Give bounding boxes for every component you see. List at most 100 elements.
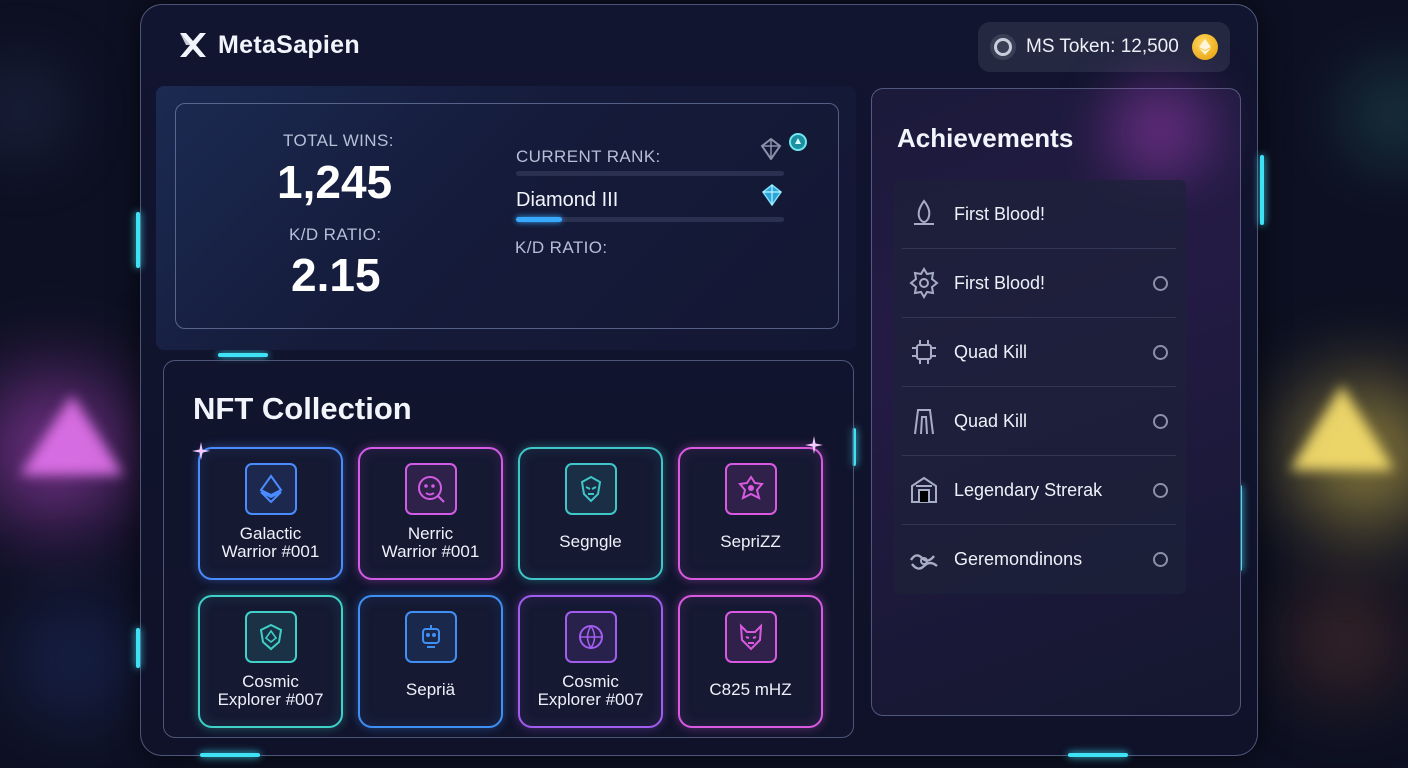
nft-card[interactable]: Sepriä (358, 595, 503, 728)
rank-progress-fill (516, 217, 562, 222)
accent-line (200, 753, 260, 757)
bg-triangle-right (1290, 385, 1394, 470)
accent-line (218, 353, 268, 357)
nft-card[interactable]: Galactic Warrior #001 (198, 447, 343, 580)
achievement-label: Legendary Strerak (954, 479, 1103, 500)
nft-card[interactable]: Segngle (518, 447, 663, 580)
hands-icon (906, 542, 942, 578)
achievement-item[interactable]: Quad Kill (902, 387, 1176, 456)
rank-bar-top (516, 171, 784, 176)
flame-icon (914, 199, 934, 225)
nft-card-name: Galactic Warrior #001 (221, 524, 320, 561)
achievement-label: First Blood! (954, 203, 1046, 224)
token-ring-icon (990, 34, 1016, 60)
building-icon (906, 472, 942, 508)
rank-badge-icon (789, 133, 807, 151)
nft-card-icon (244, 611, 297, 663)
rank-progress-bar (516, 217, 784, 222)
achievement-item[interactable]: Legendary Strerak (902, 456, 1176, 525)
demon-mask-icon (739, 623, 762, 651)
ethereum-icon (259, 474, 282, 504)
stats-frame (175, 103, 839, 329)
accent-line (136, 628, 140, 668)
sparkle-icon (805, 436, 823, 454)
achievement-item[interactable]: Geremondinons (902, 525, 1176, 594)
hands-icon (909, 553, 938, 570)
achievement-label: First Blood! (954, 272, 1046, 293)
nft-card-icon (724, 611, 777, 663)
x-logo-icon (180, 33, 206, 57)
rank-diamond-icon (760, 138, 782, 160)
achievement-item[interactable]: First Blood! (902, 249, 1176, 318)
bg-glow (0, 560, 150, 760)
nft-card-name: Sepriä (405, 680, 456, 699)
circuit-icon (906, 334, 942, 370)
current-rank-label: CURRENT RANK: (516, 147, 661, 166)
flame-icon (906, 196, 942, 232)
bg-glow (1270, 560, 1408, 720)
nft-card-name: SepriZZ (720, 532, 781, 551)
nft-card[interactable]: Cosmic Explorer #007 (198, 595, 343, 728)
achievement-label: Geremondinons (954, 549, 1083, 569)
nft-collection-title: NFT Collection (193, 391, 412, 426)
arch-icon (906, 403, 942, 439)
nft-card-icon (244, 463, 297, 515)
total-wins-label: TOTAL WINS: (283, 131, 394, 150)
nft-card-name: Cosmic Explorer #007 (217, 672, 324, 709)
brand-name: MetaSapien (218, 30, 360, 59)
arch-icon (914, 409, 934, 435)
nft-card-name: C825 mHZ (709, 680, 792, 699)
rank-name: Diamond III (516, 189, 619, 211)
achievements-list: First Blood! First Blood! Quad Kill Quad Ki… (894, 180, 1186, 594)
achievement-radio[interactable] (1153, 275, 1168, 291)
accent-line (136, 212, 140, 268)
bg-triangle-left (20, 395, 124, 475)
nft-card-icon (404, 463, 457, 515)
kd-ratio-label-secondary: K/D RATIO: (515, 238, 608, 257)
sparkle-icon (192, 442, 210, 460)
achievement-radio[interactable] (1153, 482, 1168, 498)
shield-icon (259, 623, 282, 651)
achievement-label: Quad Kill (954, 341, 1028, 362)
accent-line (1068, 753, 1128, 757)
ethereum-coin-icon (1192, 34, 1218, 60)
diamond-icon (761, 184, 783, 206)
achievement-radio[interactable] (1153, 344, 1168, 360)
nft-card-icon (564, 463, 617, 515)
brand[interactable]: MetaSapien (178, 30, 360, 60)
achievements-glow (1060, 70, 1260, 190)
nft-card-name: Segngle (559, 532, 622, 551)
total-wins-value: 1,245 (277, 156, 393, 208)
bg-glow (0, 60, 70, 160)
smiley-face-icon (417, 476, 445, 503)
achievement-item[interactable]: Quad Kill (902, 318, 1176, 387)
nft-card-icon (404, 611, 457, 663)
nft-card[interactable]: Nerric Warrior #001 (358, 447, 503, 580)
gear-badge-icon (909, 267, 939, 299)
kd-ratio-label: K/D RATIO: (289, 225, 382, 244)
nft-card-name: Nerric Warrior #001 (381, 524, 480, 561)
nft-card[interactable]: SepriZZ (678, 447, 823, 580)
achievements-title: Achievements (897, 123, 1074, 153)
nft-card[interactable]: Cosmic Explorer #007 (518, 595, 663, 728)
nft-card-icon (564, 611, 617, 663)
achievement-item[interactable]: First Blood! (902, 180, 1176, 249)
globe-icon (578, 625, 603, 650)
warrior-helmet-icon (580, 475, 601, 503)
accent-line (1260, 155, 1264, 225)
nft-card[interactable]: C825 mHZ (678, 595, 823, 728)
circuit-icon (912, 340, 936, 364)
kd-ratio-value: 2.15 (291, 249, 381, 301)
emblem-icon (737, 475, 764, 500)
nft-card-name: Cosmic Explorer #007 (537, 672, 644, 709)
robot-icon (421, 625, 440, 648)
gear-badge-icon (906, 265, 942, 301)
achievement-label: Quad Kill (954, 410, 1028, 431)
bg-glow (1340, 60, 1408, 170)
token-balance[interactable]: MS Token: 12,500 (978, 22, 1230, 72)
building-icon (911, 476, 937, 503)
achievement-radio[interactable] (1153, 552, 1168, 567)
achievement-radio[interactable] (1153, 413, 1168, 429)
nft-card-icon (724, 463, 777, 515)
token-label: MS Token: 12,500 (1026, 36, 1179, 57)
